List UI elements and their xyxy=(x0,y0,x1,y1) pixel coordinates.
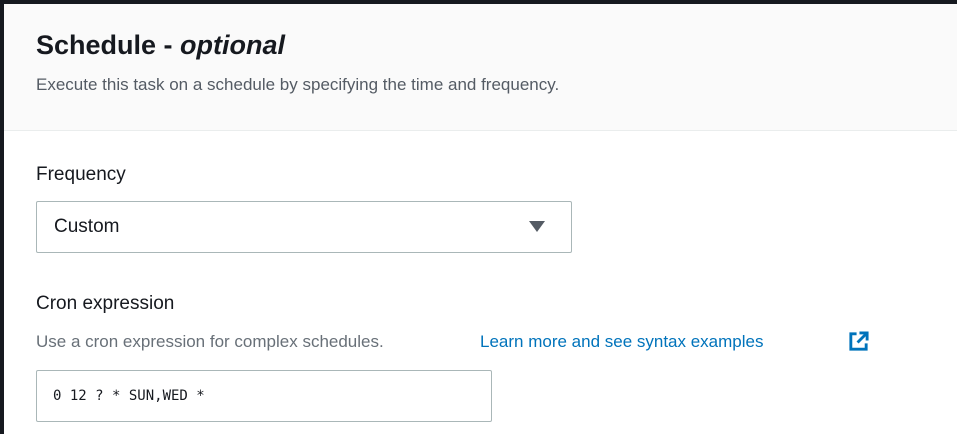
caret-down-icon xyxy=(529,221,545,232)
panel-header: Schedule - optional Execute this task on… xyxy=(4,4,957,131)
cron-expression-label: Cron expression xyxy=(36,293,175,314)
cron-expression-input[interactable] xyxy=(36,370,492,422)
syntax-examples-link[interactable]: Learn more and see syntax examples xyxy=(480,332,764,352)
page-title: Schedule - optional xyxy=(36,30,285,61)
frequency-selected-value: Custom xyxy=(54,216,120,237)
title-main: Schedule - xyxy=(36,30,181,60)
cron-expression-hint: Use a cron expression for complex schedu… xyxy=(36,332,384,351)
frequency-label: Frequency xyxy=(36,164,126,185)
frequency-select[interactable]: Custom xyxy=(36,201,572,253)
panel-description: Execute this task on a schedule by speci… xyxy=(36,75,560,94)
external-link-icon[interactable] xyxy=(847,330,870,353)
schedule-panel: Schedule - optional Execute this task on… xyxy=(0,0,957,434)
title-optional: optional xyxy=(180,30,286,60)
